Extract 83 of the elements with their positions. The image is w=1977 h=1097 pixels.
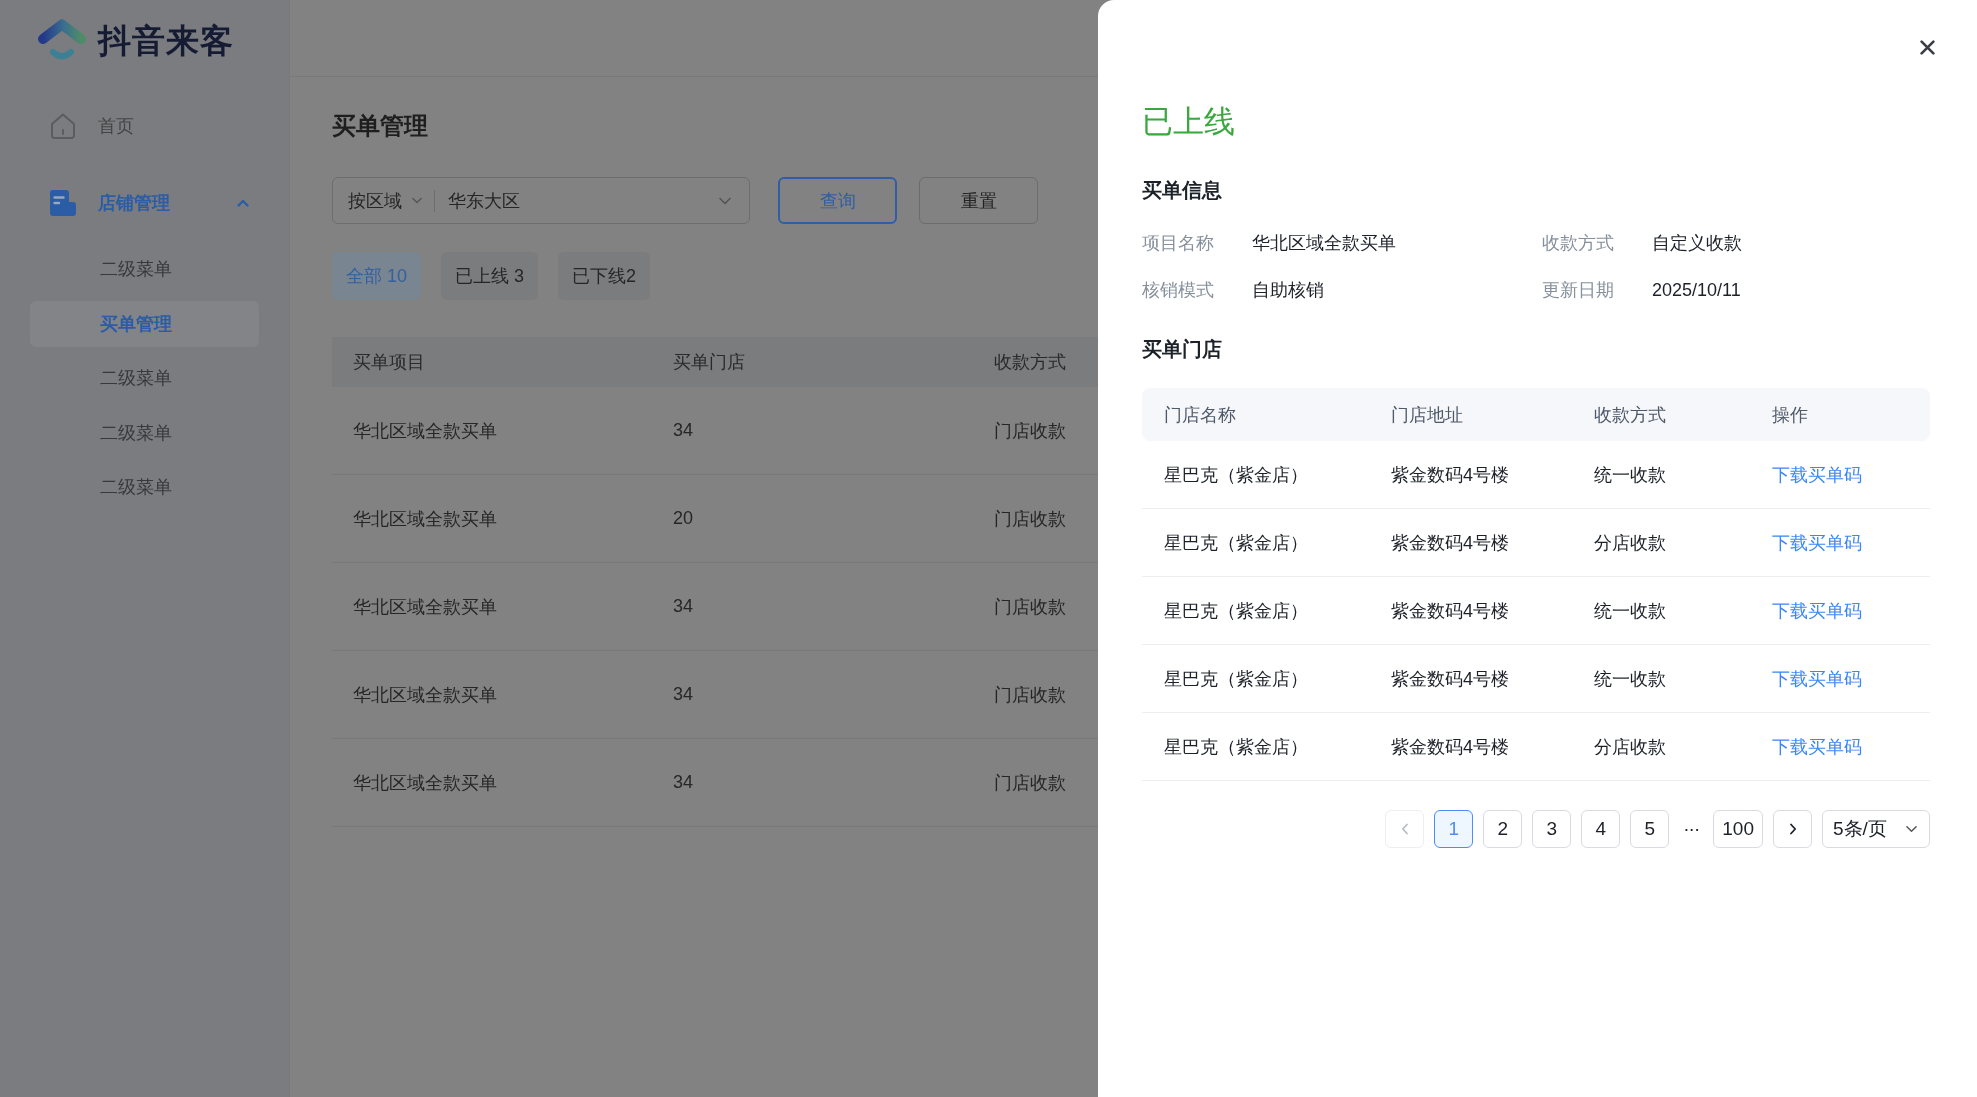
caret-icon[interactable] — [237, 199, 249, 207]
column-header: 操作 — [1771, 403, 1809, 427]
status-title: 已上线 — [1142, 103, 1236, 141]
page-ellipsis: ··· — [1682, 818, 1701, 840]
table-cell-text: 门店收款 — [993, 771, 1067, 795]
page-button[interactable]: 4 — [1581, 810, 1621, 848]
page-size-select[interactable]: 5条/页 — [1822, 810, 1930, 848]
table-cell-text: 门店收款 — [993, 419, 1067, 443]
page-button[interactable]: 3 — [1532, 810, 1572, 848]
table-cell-text: 华北区域全款买单 — [352, 419, 498, 443]
table-cell-text: 门店收款 — [993, 507, 1067, 531]
table-cell-text: 星巴克（紫金店） — [1163, 531, 1309, 555]
chevron-down-icon — [1906, 825, 1917, 833]
status-tab[interactable]: 已下线2 — [558, 252, 651, 300]
field-value: 自定义收款 — [1652, 232, 1743, 255]
table-cell-text: 统一收款 — [1593, 599, 1667, 623]
table-cell-text: 20 — [672, 508, 695, 529]
section-heading: 买单信息 — [1142, 178, 1223, 203]
chevron-down-icon — [412, 197, 422, 204]
column-header: 门店地址 — [1390, 403, 1464, 427]
region-select[interactable]: 华东大区 — [435, 178, 749, 223]
table-cell-text: 34 — [672, 420, 695, 441]
page-button[interactable]: 2 — [1483, 810, 1523, 848]
table-cell-text: 星巴克（紫金店） — [1163, 735, 1309, 759]
table-cell-text: 统一收款 — [1593, 463, 1667, 487]
scope-select[interactable]: 按区域 — [333, 178, 434, 223]
table-cell-text: 门店收款 — [993, 683, 1067, 707]
table-cell-text: 紫金数码4号楼 — [1390, 667, 1510, 691]
reset-button[interactable]: 重置 — [919, 177, 1038, 224]
chevron-left-icon — [1400, 823, 1409, 835]
page-button[interactable]: 100 — [1713, 810, 1763, 848]
table-cell-text: 34 — [672, 772, 695, 793]
column-header: 买单项目 — [352, 351, 426, 374]
chevron-right-icon — [1788, 823, 1797, 835]
table-cell-text: 34 — [672, 684, 695, 705]
field-value: 2025/10/11 — [1652, 279, 1742, 302]
table-cell-text: 华北区域全款买单 — [352, 595, 498, 619]
table-cell-text: 星巴克（紫金店） — [1163, 667, 1309, 691]
chevron-down-icon — [719, 196, 731, 205]
section-heading: 买单门店 — [1142, 337, 1223, 362]
home-icon — [48, 111, 78, 141]
field-label: 收款方式 — [1542, 232, 1615, 255]
table-cell-text: 星巴克（紫金店） — [1163, 599, 1309, 623]
document-icon — [48, 188, 78, 218]
table-cell-text: 紫金数码4号楼 — [1390, 599, 1510, 623]
table-cell-text: 分店收款 — [1593, 531, 1667, 555]
field-value: 华北区域全款买单 — [1252, 232, 1397, 255]
submenu-item[interactable]: 二级菜单 — [30, 355, 259, 401]
table-cell-text: 紫金数码4号楼 — [1390, 531, 1510, 555]
column-header: 收款方式 — [993, 351, 1067, 374]
column-header: 门店名称 — [1163, 403, 1237, 427]
table-cell-text: 分店收款 — [1593, 735, 1667, 759]
next-page-button[interactable] — [1773, 810, 1812, 848]
column-header: 买单门店 — [672, 351, 746, 374]
page-button[interactable]: 1 — [1434, 810, 1474, 848]
table-cell-text: 门店收款 — [993, 595, 1067, 619]
table-cell-text: 34 — [672, 596, 695, 617]
table-cell-text: 华北区域全款买单 — [352, 683, 498, 707]
field-label: 项目名称 — [1142, 232, 1215, 255]
logo-text: 抖音来客 — [98, 20, 234, 61]
download-link[interactable]: 下载买单码 — [1772, 736, 1862, 757]
table-cell-text: 华北区域全款买单 — [352, 507, 498, 531]
submenu-item[interactable]: 二级菜单 — [30, 409, 259, 456]
table-cell-text: 华北区域全款买单 — [352, 771, 498, 795]
table-cell-text: 统一收款 — [1593, 667, 1667, 691]
status-tab[interactable]: 已上线 3 — [441, 252, 539, 300]
nav-item[interactable]: 首页 — [0, 98, 289, 154]
download-link[interactable]: 下载买单码 — [1772, 532, 1862, 553]
download-link[interactable]: 下载买单码 — [1772, 464, 1862, 485]
field-value: 自助核销 — [1252, 279, 1325, 302]
download-link[interactable]: 下载买单码 — [1772, 600, 1862, 621]
field-label: 更新日期 — [1542, 279, 1615, 302]
table-cell-text: 星巴克（紫金店） — [1163, 463, 1309, 487]
page-title: 买单管理 — [332, 111, 429, 141]
close-icon[interactable] — [1920, 40, 1935, 55]
page-button[interactable]: 5 — [1630, 810, 1670, 848]
field-label: 核销模式 — [1142, 279, 1215, 302]
submenu-item[interactable]: 二级菜单 — [30, 246, 259, 292]
download-link[interactable]: 下载买单码 — [1772, 668, 1862, 689]
column-header: 收款方式 — [1593, 403, 1667, 427]
table-cell-text: 紫金数码4号楼 — [1390, 735, 1510, 759]
table-cell-text: 紫金数码4号楼 — [1390, 463, 1510, 487]
submenu-item[interactable]: 二级菜单 — [30, 464, 259, 510]
